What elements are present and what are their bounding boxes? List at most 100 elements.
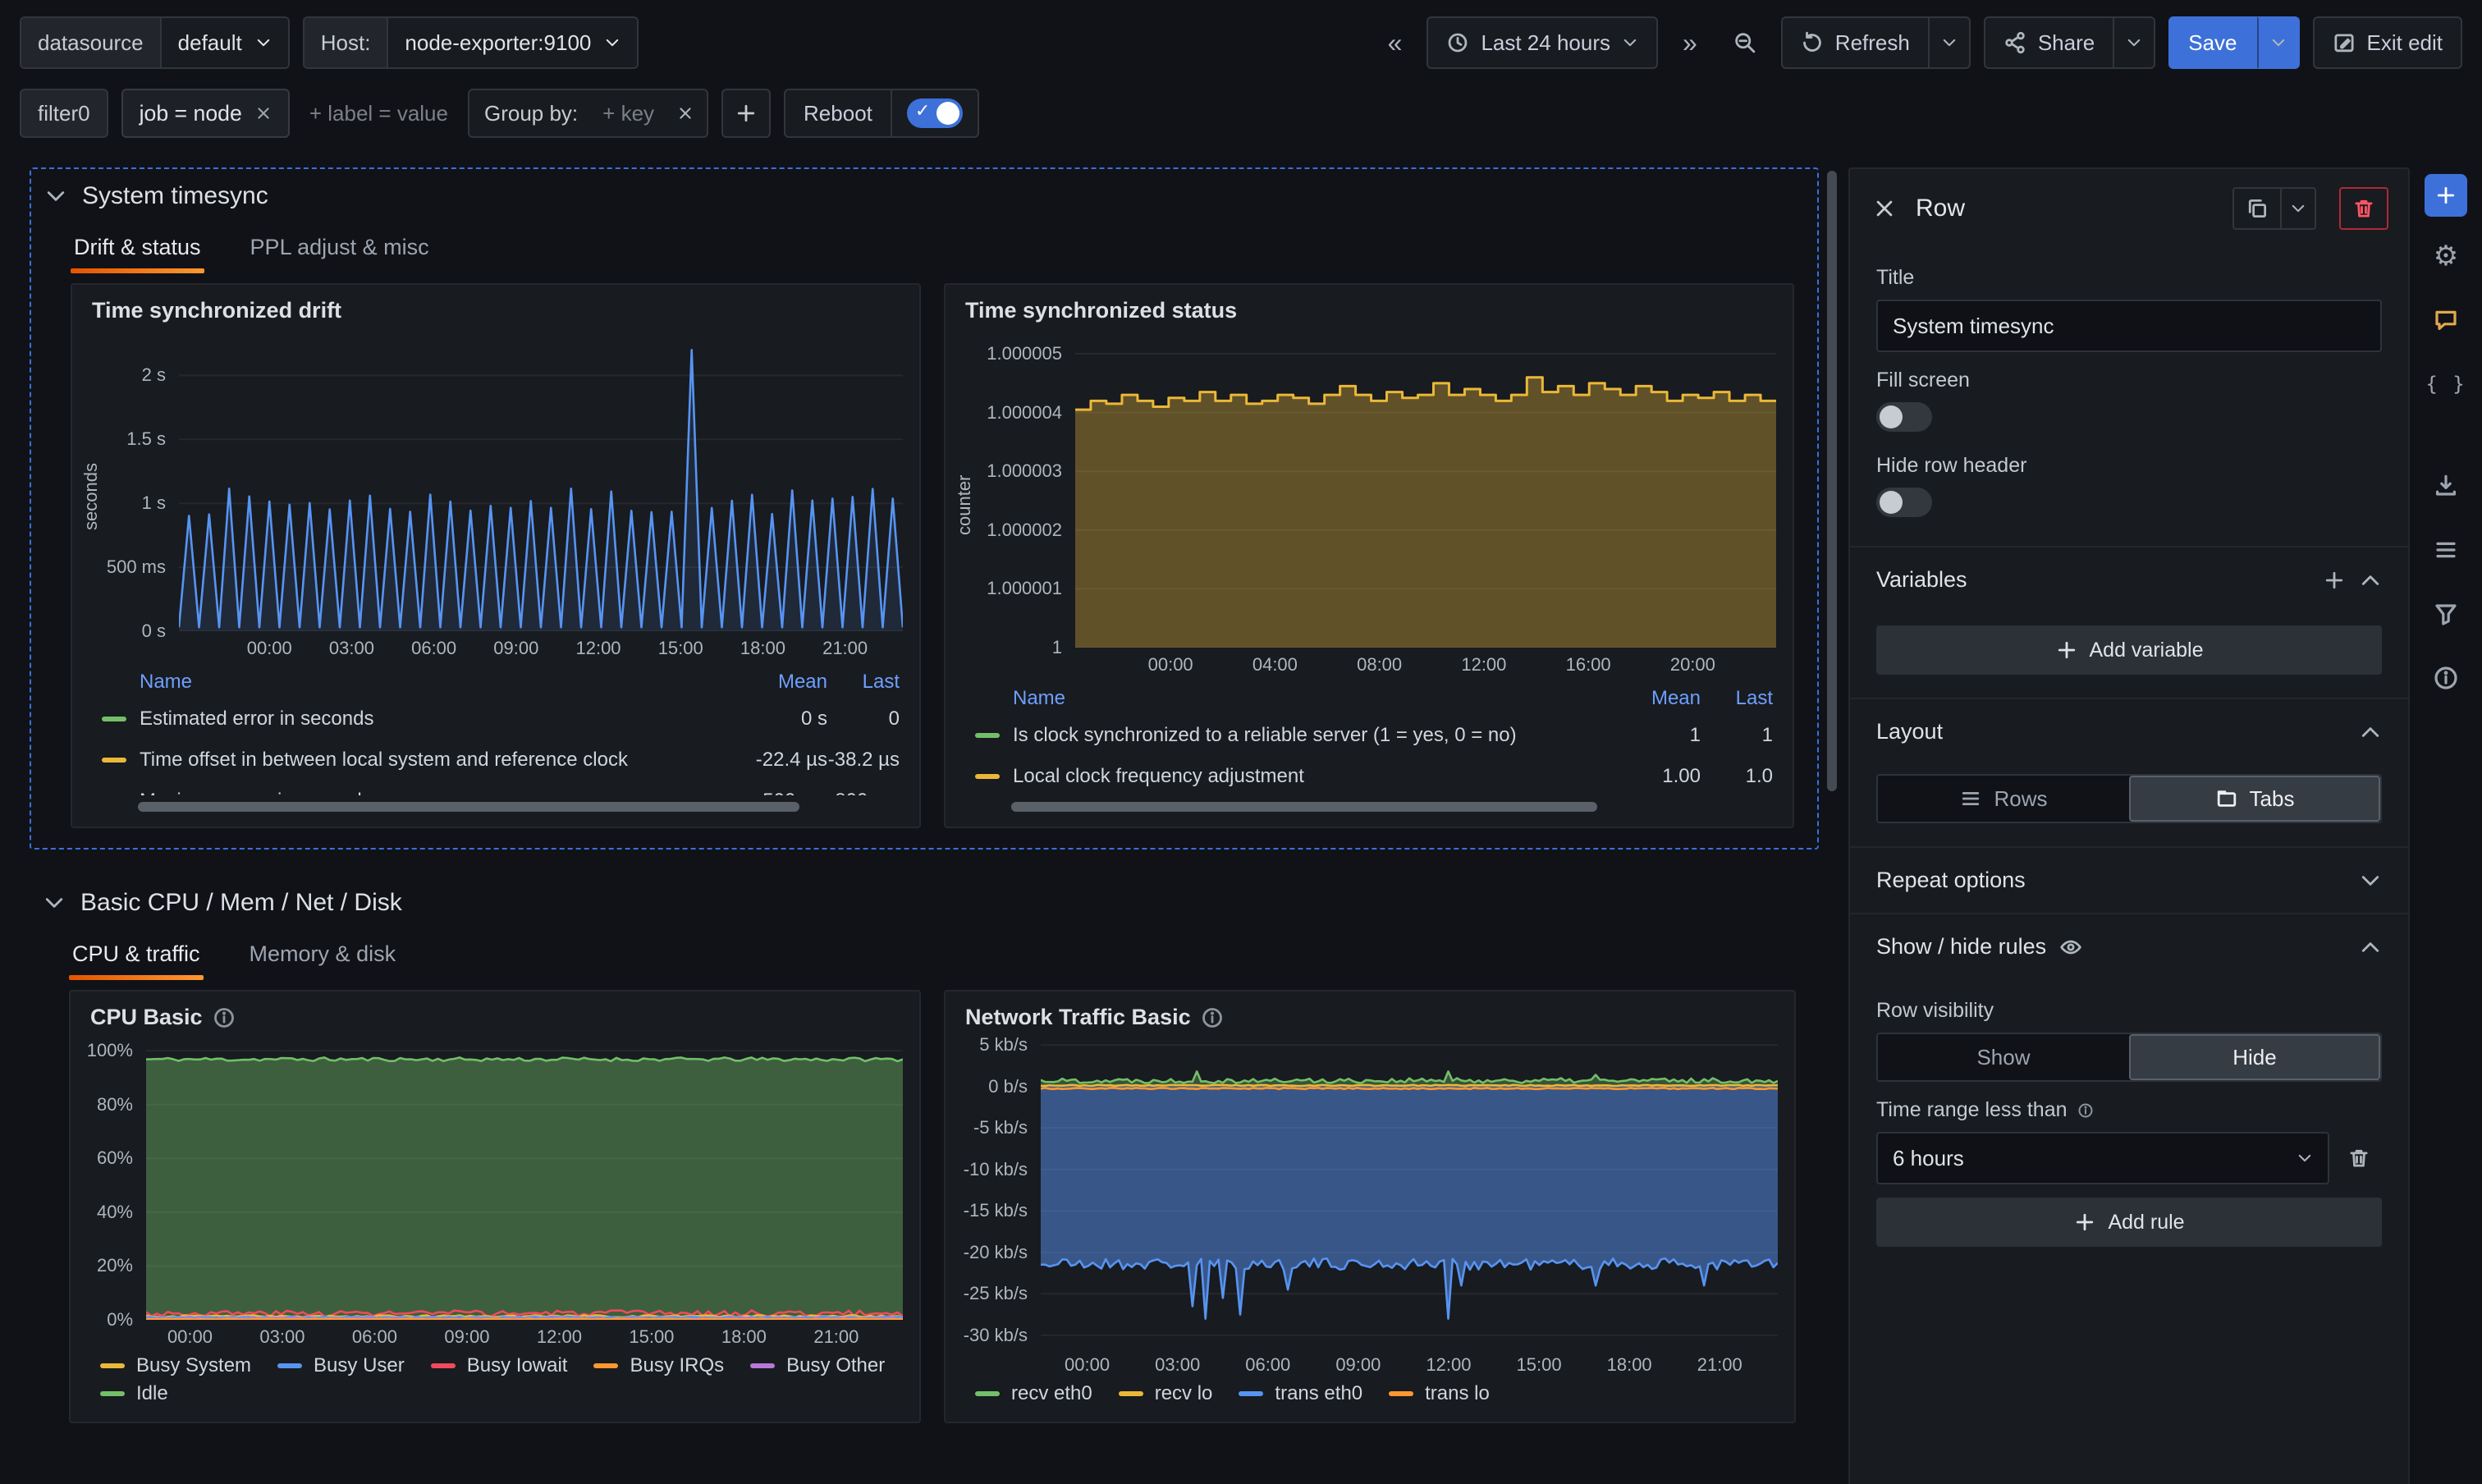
- legend-h-scrollbar[interactable]: [1011, 800, 1763, 813]
- save-button[interactable]: Save: [2168, 16, 2256, 69]
- info-icon[interactable]: [2077, 1102, 2094, 1119]
- layout-rows-option[interactable]: Rows: [1878, 776, 2129, 822]
- repeat-options-header[interactable]: Repeat options: [1850, 846, 2408, 913]
- cpu-chart[interactable]: 100%80%60%40%20%0%00:0003:0006:0009:0012…: [77, 1040, 903, 1349]
- plot-area[interactable]: [1075, 333, 1776, 648]
- row-header[interactable]: System timesync: [41, 179, 1794, 213]
- export-button[interactable]: [2421, 461, 2471, 511]
- legend-item[interactable]: trans lo: [1389, 1382, 1490, 1405]
- reboot-button[interactable]: Reboot: [784, 89, 892, 138]
- chevron-down-icon[interactable]: [2359, 869, 2382, 892]
- legend-item[interactable]: trans eth0: [1239, 1382, 1362, 1405]
- remove-filter-icon[interactable]: [255, 105, 272, 121]
- filters-button[interactable]: [2421, 589, 2471, 639]
- plot-area[interactable]: [179, 333, 903, 631]
- datasource-select[interactable]: default: [162, 18, 288, 67]
- chevron-up-icon[interactable]: [2359, 569, 2382, 592]
- hide-row-header-toggle[interactable]: [1876, 488, 1932, 517]
- legend-item[interactable]: Busy Other: [750, 1354, 885, 1377]
- json-model-button[interactable]: { }: [2421, 360, 2471, 409]
- legend-column-header[interactable]: Name: [102, 671, 703, 694]
- clear-group-by-button[interactable]: [664, 98, 707, 128]
- panel-header[interactable]: Network Traffic Basic: [946, 992, 1794, 1033]
- time-range-rule-select[interactable]: 6 hours: [1876, 1132, 2329, 1184]
- show-hide-rules-header[interactable]: Show / hide rules: [1850, 913, 2408, 979]
- legend-column-header[interactable]: Name: [975, 687, 1576, 710]
- layout-section-header[interactable]: Layout: [1850, 698, 2408, 764]
- legend-item[interactable]: recv eth0: [975, 1382, 1092, 1405]
- network-chart[interactable]: 5 kb/s0 b/s-5 kb/s-10 kb/s-15 kb/s-20 kb…: [952, 1040, 1778, 1377]
- plot-area[interactable]: [1041, 1040, 1778, 1348]
- canvas-scrollbar[interactable]: [1827, 171, 1837, 791]
- chevron-up-icon[interactable]: [2359, 936, 2382, 959]
- drift-chart[interactable]: 2 s1.5 s1 s500 ms0 s00:0003:0006:0009:00…: [103, 333, 903, 661]
- legend-row[interactable]: Time offset in between local system and …: [102, 740, 900, 781]
- tab-memory-disk[interactable]: Memory & disk: [246, 927, 400, 983]
- host-select[interactable]: node-exporter:9100: [388, 18, 637, 67]
- row-header[interactable]: Basic CPU / Mem / Net / Disk: [39, 886, 1796, 920]
- info-icon[interactable]: [1201, 1006, 1224, 1029]
- time-shift-back-button[interactable]: «: [1376, 21, 1414, 65]
- visibility-show-option[interactable]: Show: [1878, 1034, 2129, 1080]
- filter-chip-job-node[interactable]: job = node: [121, 89, 290, 138]
- panel-header[interactable]: Time synchronized drift: [72, 285, 919, 327]
- tab-drift-status[interactable]: Drift & status: [71, 220, 204, 277]
- info-button[interactable]: [2421, 653, 2471, 703]
- row-system-timesync[interactable]: System timesync Drift & status PPL adjus…: [30, 167, 1819, 850]
- legend-column-header[interactable]: Last: [827, 671, 900, 694]
- copy-button[interactable]: [2232, 187, 2282, 230]
- row-title-input[interactable]: [1876, 300, 2382, 352]
- save-options-button[interactable]: [2257, 16, 2300, 69]
- exit-edit-button[interactable]: Exit edit: [2313, 16, 2463, 69]
- comments-button[interactable]: [2421, 295, 2471, 345]
- legend-column-header[interactable]: Mean: [1576, 687, 1701, 710]
- chevron-up-icon[interactable]: [2359, 721, 2382, 744]
- add-panel-button[interactable]: [2425, 174, 2467, 217]
- delete-rule-button[interactable]: [2336, 1140, 2382, 1176]
- refresh-interval-button[interactable]: [1930, 16, 1971, 69]
- legend-column-header[interactable]: Last: [1701, 687, 1773, 710]
- reboot-toggle[interactable]: [907, 98, 963, 128]
- legend-item[interactable]: Idle: [100, 1382, 168, 1405]
- group-by-placeholder[interactable]: + key: [593, 101, 664, 126]
- legend-row[interactable]: Local clock frequency adjustment1.001.0: [975, 756, 1773, 795]
- panel-header[interactable]: Time synchronized status: [946, 285, 1793, 327]
- plot-area[interactable]: [146, 1040, 903, 1320]
- dashboard-settings-button[interactable]: ⚙: [2421, 231, 2471, 281]
- layout-tabs-option[interactable]: Tabs: [2129, 776, 2380, 822]
- share-button[interactable]: Share: [1984, 16, 2114, 69]
- refresh-button[interactable]: Refresh: [1781, 16, 1930, 69]
- legend-item[interactable]: recv lo: [1119, 1382, 1213, 1405]
- time-range-picker[interactable]: Last 24 hours: [1426, 16, 1658, 69]
- chevron-down-icon[interactable]: [44, 185, 67, 208]
- legend-column-header[interactable]: Mean: [703, 671, 827, 694]
- copy-options-button[interactable]: [2282, 187, 2316, 230]
- time-shift-forward-button[interactable]: »: [1671, 21, 1709, 65]
- legend-item[interactable]: Busy Iowait: [431, 1354, 568, 1377]
- visibility-hide-option[interactable]: Hide: [2129, 1034, 2380, 1080]
- fill-screen-toggle[interactable]: [1876, 402, 1932, 432]
- add-variable-button[interactable]: Add variable: [1876, 625, 2382, 675]
- variables-section-header[interactable]: Variables: [1850, 546, 2408, 612]
- zoom-out-button[interactable]: [1722, 25, 1768, 61]
- legend-row[interactable]: Is clock synchronized to a reliable serv…: [975, 715, 1773, 756]
- delete-row-button[interactable]: [2339, 187, 2388, 230]
- info-icon[interactable]: [213, 1006, 236, 1029]
- tab-ppl-adjust-misc[interactable]: PPL adjust & misc: [247, 220, 433, 277]
- add-group-by-button[interactable]: [721, 89, 771, 138]
- legend-item[interactable]: Busy System: [100, 1354, 251, 1377]
- tab-cpu-traffic[interactable]: CPU & traffic: [69, 927, 204, 983]
- chevron-down-icon[interactable]: [43, 891, 66, 914]
- add-variable-icon[interactable]: [2323, 569, 2346, 592]
- add-filter-placeholder[interactable]: + label = value: [303, 101, 455, 126]
- legend-row[interactable]: Estimated error in seconds0 s0: [102, 698, 900, 740]
- scrollbar-thumb[interactable]: [1011, 802, 1597, 812]
- legend-item[interactable]: Busy IRQs: [593, 1354, 724, 1377]
- share-options-button[interactable]: [2114, 16, 2155, 69]
- legend-h-scrollbar[interactable]: [138, 800, 890, 813]
- scrollbar-thumb[interactable]: [138, 802, 799, 812]
- legend-row[interactable]: Maximum error in seconds500 ms800 ms: [102, 781, 900, 795]
- close-options-button[interactable]: [1866, 194, 1903, 223]
- status-chart[interactable]: 1.0000051.0000041.0000031.0000021.000001…: [977, 333, 1776, 677]
- legend-item[interactable]: Busy User: [277, 1354, 405, 1377]
